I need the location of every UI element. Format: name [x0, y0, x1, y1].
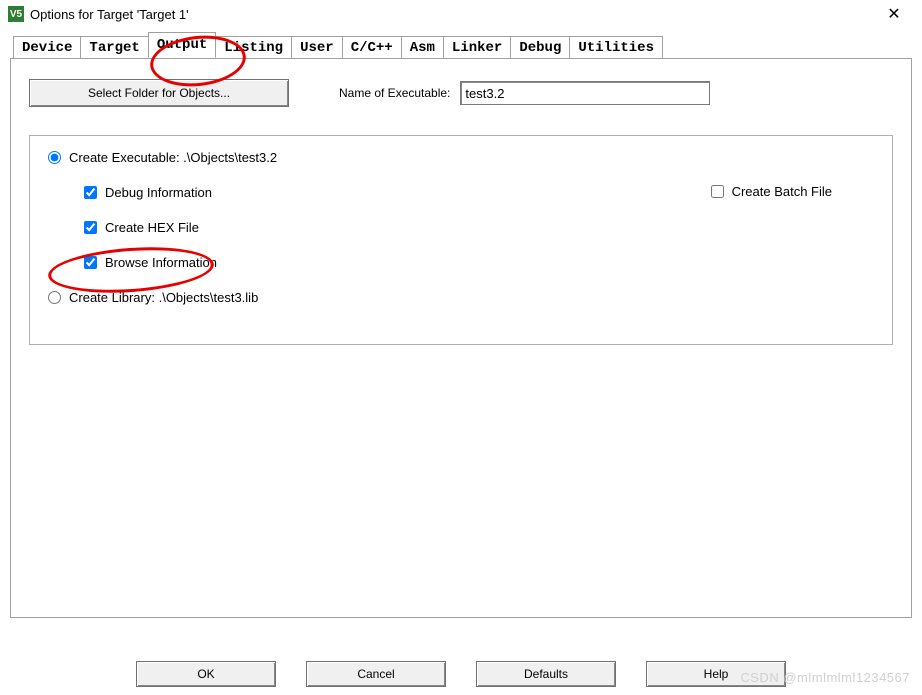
tab-debug[interactable]: Debug: [510, 36, 570, 59]
browse-information-checkbox[interactable]: [84, 256, 97, 269]
debug-information-checkbox[interactable]: [84, 186, 97, 199]
browse-information-label: Browse Information: [105, 255, 217, 270]
create-library-radio[interactable]: [48, 291, 61, 304]
tab-target[interactable]: Target: [80, 36, 148, 59]
create-hex-label: Create HEX File: [105, 220, 199, 235]
tab-output[interactable]: Output: [148, 32, 216, 58]
create-batch-checkbox[interactable]: [711, 185, 724, 198]
select-folder-button[interactable]: Select Folder for Objects...: [29, 79, 289, 107]
create-hex-checkbox[interactable]: [84, 221, 97, 234]
app-icon: V5: [8, 6, 24, 22]
titlebar: V5 Options for Target 'Target 1' ✕: [0, 0, 922, 28]
close-icon[interactable]: ✕: [874, 4, 914, 24]
output-groupbox: Create Executable: .\Objects\test3.2 Deb…: [29, 135, 893, 345]
tab-asm[interactable]: Asm: [401, 36, 444, 59]
name-of-executable-input[interactable]: [460, 81, 710, 105]
name-of-executable-label: Name of Executable:: [339, 86, 450, 100]
tab-utilities[interactable]: Utilities: [569, 36, 663, 59]
window-title: Options for Target 'Target 1': [30, 7, 874, 22]
tab-user[interactable]: User: [291, 36, 343, 59]
ok-button[interactable]: OK: [136, 661, 276, 687]
tab-c-cpp[interactable]: C/C++: [342, 36, 402, 59]
tab-strip: Device Target Output Listing User C/C++ …: [13, 36, 912, 58]
output-panel: Select Folder for Objects... Name of Exe…: [10, 58, 912, 618]
create-executable-radio[interactable]: [48, 151, 61, 164]
button-bar: OK Cancel Defaults Help: [0, 661, 922, 687]
defaults-button[interactable]: Defaults: [476, 661, 616, 687]
tab-linker[interactable]: Linker: [443, 36, 511, 59]
create-batch-label: Create Batch File: [732, 184, 832, 199]
help-button[interactable]: Help: [646, 661, 786, 687]
tab-device[interactable]: Device: [13, 36, 81, 59]
cancel-button[interactable]: Cancel: [306, 661, 446, 687]
debug-information-label: Debug Information: [105, 185, 212, 200]
create-library-label: Create Library: .\Objects\test3.lib: [69, 290, 258, 305]
create-executable-label: Create Executable: .\Objects\test3.2: [69, 150, 277, 165]
tab-listing[interactable]: Listing: [215, 36, 292, 59]
